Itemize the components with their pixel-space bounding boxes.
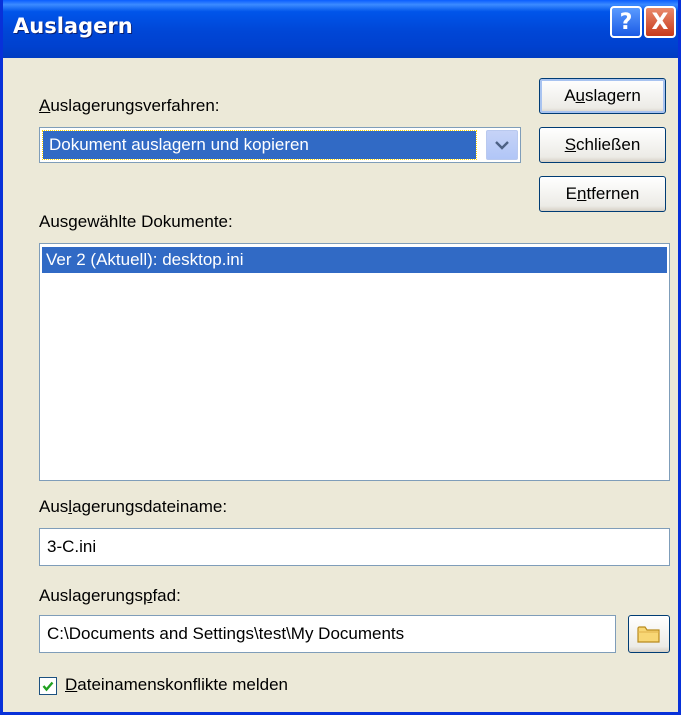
conflicts-checkbox[interactable] <box>39 677 57 695</box>
documents-label: Ausgewählte Dokumente: <box>39 212 233 231</box>
folder-icon <box>637 626 660 643</box>
checkmark-icon <box>42 681 54 692</box>
help-icon: ? <box>619 9 633 35</box>
filename-label: Auslagerungsdateiname: <box>39 497 228 516</box>
help-button[interactable]: ? <box>610 6 642 38</box>
schliessen-button[interactable]: Schließen <box>539 127 666 163</box>
path-field[interactable]: C:\Documents and Settings\test\My Docume… <box>39 615 616 653</box>
list-item[interactable]: Ver 2 (Aktuell): desktop.ini <box>42 247 667 273</box>
window-title: Auslagern <box>13 14 133 38</box>
title-bar[interactable]: Auslagern ? X <box>3 0 678 58</box>
conflicts-label[interactable]: Dateinamenskonflikte melden <box>65 675 288 695</box>
filename-field[interactable]: 3-C.ini <box>39 528 670 566</box>
close-icon: X <box>651 9 669 35</box>
documents-list[interactable]: Ver 2 (Aktuell): desktop.ini <box>39 243 670 481</box>
browse-folder-button[interactable] <box>628 615 670 653</box>
chevron-down-icon[interactable] <box>486 130 518 160</box>
close-button[interactable]: X <box>644 6 676 38</box>
procedure-select[interactable]: Dokument auslagern und kopieren <box>39 127 521 163</box>
procedure-label: Auslagerungsverfahren: <box>39 96 220 115</box>
entfernen-button[interactable]: En tfernen <box>539 176 666 212</box>
dialog-window: Auslagern ? X Auslagerungsverfahren: Dok… <box>0 0 681 715</box>
procedure-selected-value: Dokument auslagern und kopieren <box>42 130 477 160</box>
auslagern-button[interactable]: Au slagern <box>539 78 666 114</box>
path-label: Auslagerungspfad: <box>39 586 181 605</box>
